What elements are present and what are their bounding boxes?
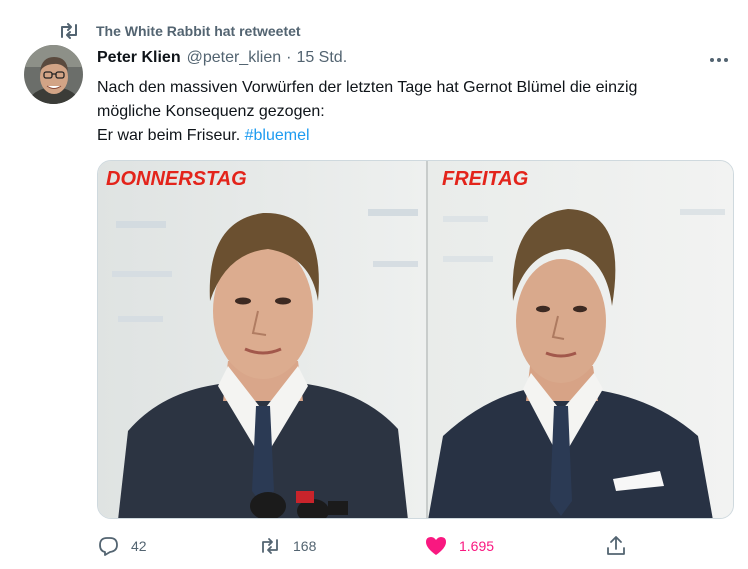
like-button[interactable]: 1.695 [425,532,494,560]
tweet[interactable]: The White Rabbit hat retweetet Peter Kli… [0,0,748,569]
avatar[interactable] [24,45,83,104]
like-count: 1.695 [459,538,495,554]
reply-count: 42 [131,538,147,554]
heart-filled-icon [425,535,447,557]
hashtag-link[interactable]: #bluemel [245,127,310,144]
media-label-right: FREITAG [442,168,528,190]
share-icon [605,535,627,557]
author-handle[interactable]: @peter_klien [187,49,282,67]
share-button[interactable] [605,532,639,560]
retweet-icon [259,535,281,557]
tweet-text-line: mögliche Konsequenz gezogen: [97,103,325,120]
tweet-text: Nach den massiven Vorwürfen der letzten … [97,76,737,148]
tweet-text-line: Nach den massiven Vorwürfen der letzten … [97,79,638,96]
retweet-label[interactable]: The White Rabbit hat retweetet [96,23,301,39]
author-name[interactable]: Peter Klien [97,49,181,67]
tweet-header: Peter Klien @peter_klien · 15 Std. [97,49,347,67]
retweet-context[interactable]: The White Rabbit hat retweetet [58,20,301,42]
retweet-icon [58,21,80,41]
tweet-text-line: Er war beim Friseur. #bluemel [97,124,737,148]
separator-dot: · [286,49,292,66]
tweet-actions: 42 168 1.695 [97,532,657,560]
tweet-timestamp[interactable]: 15 Std. [296,49,347,67]
retweet-button[interactable]: 168 [259,532,316,560]
tweet-media[interactable]: DONNERSTAG FREITAG [97,160,734,519]
tweet-text-line-3: Er war beim Friseur. [97,127,241,144]
more-options-icon[interactable] [706,50,732,70]
retweet-count: 168 [293,538,317,554]
media-label-left: DONNERSTAG [106,168,247,190]
reply-icon [97,535,119,557]
reply-button[interactable]: 42 [97,532,147,560]
